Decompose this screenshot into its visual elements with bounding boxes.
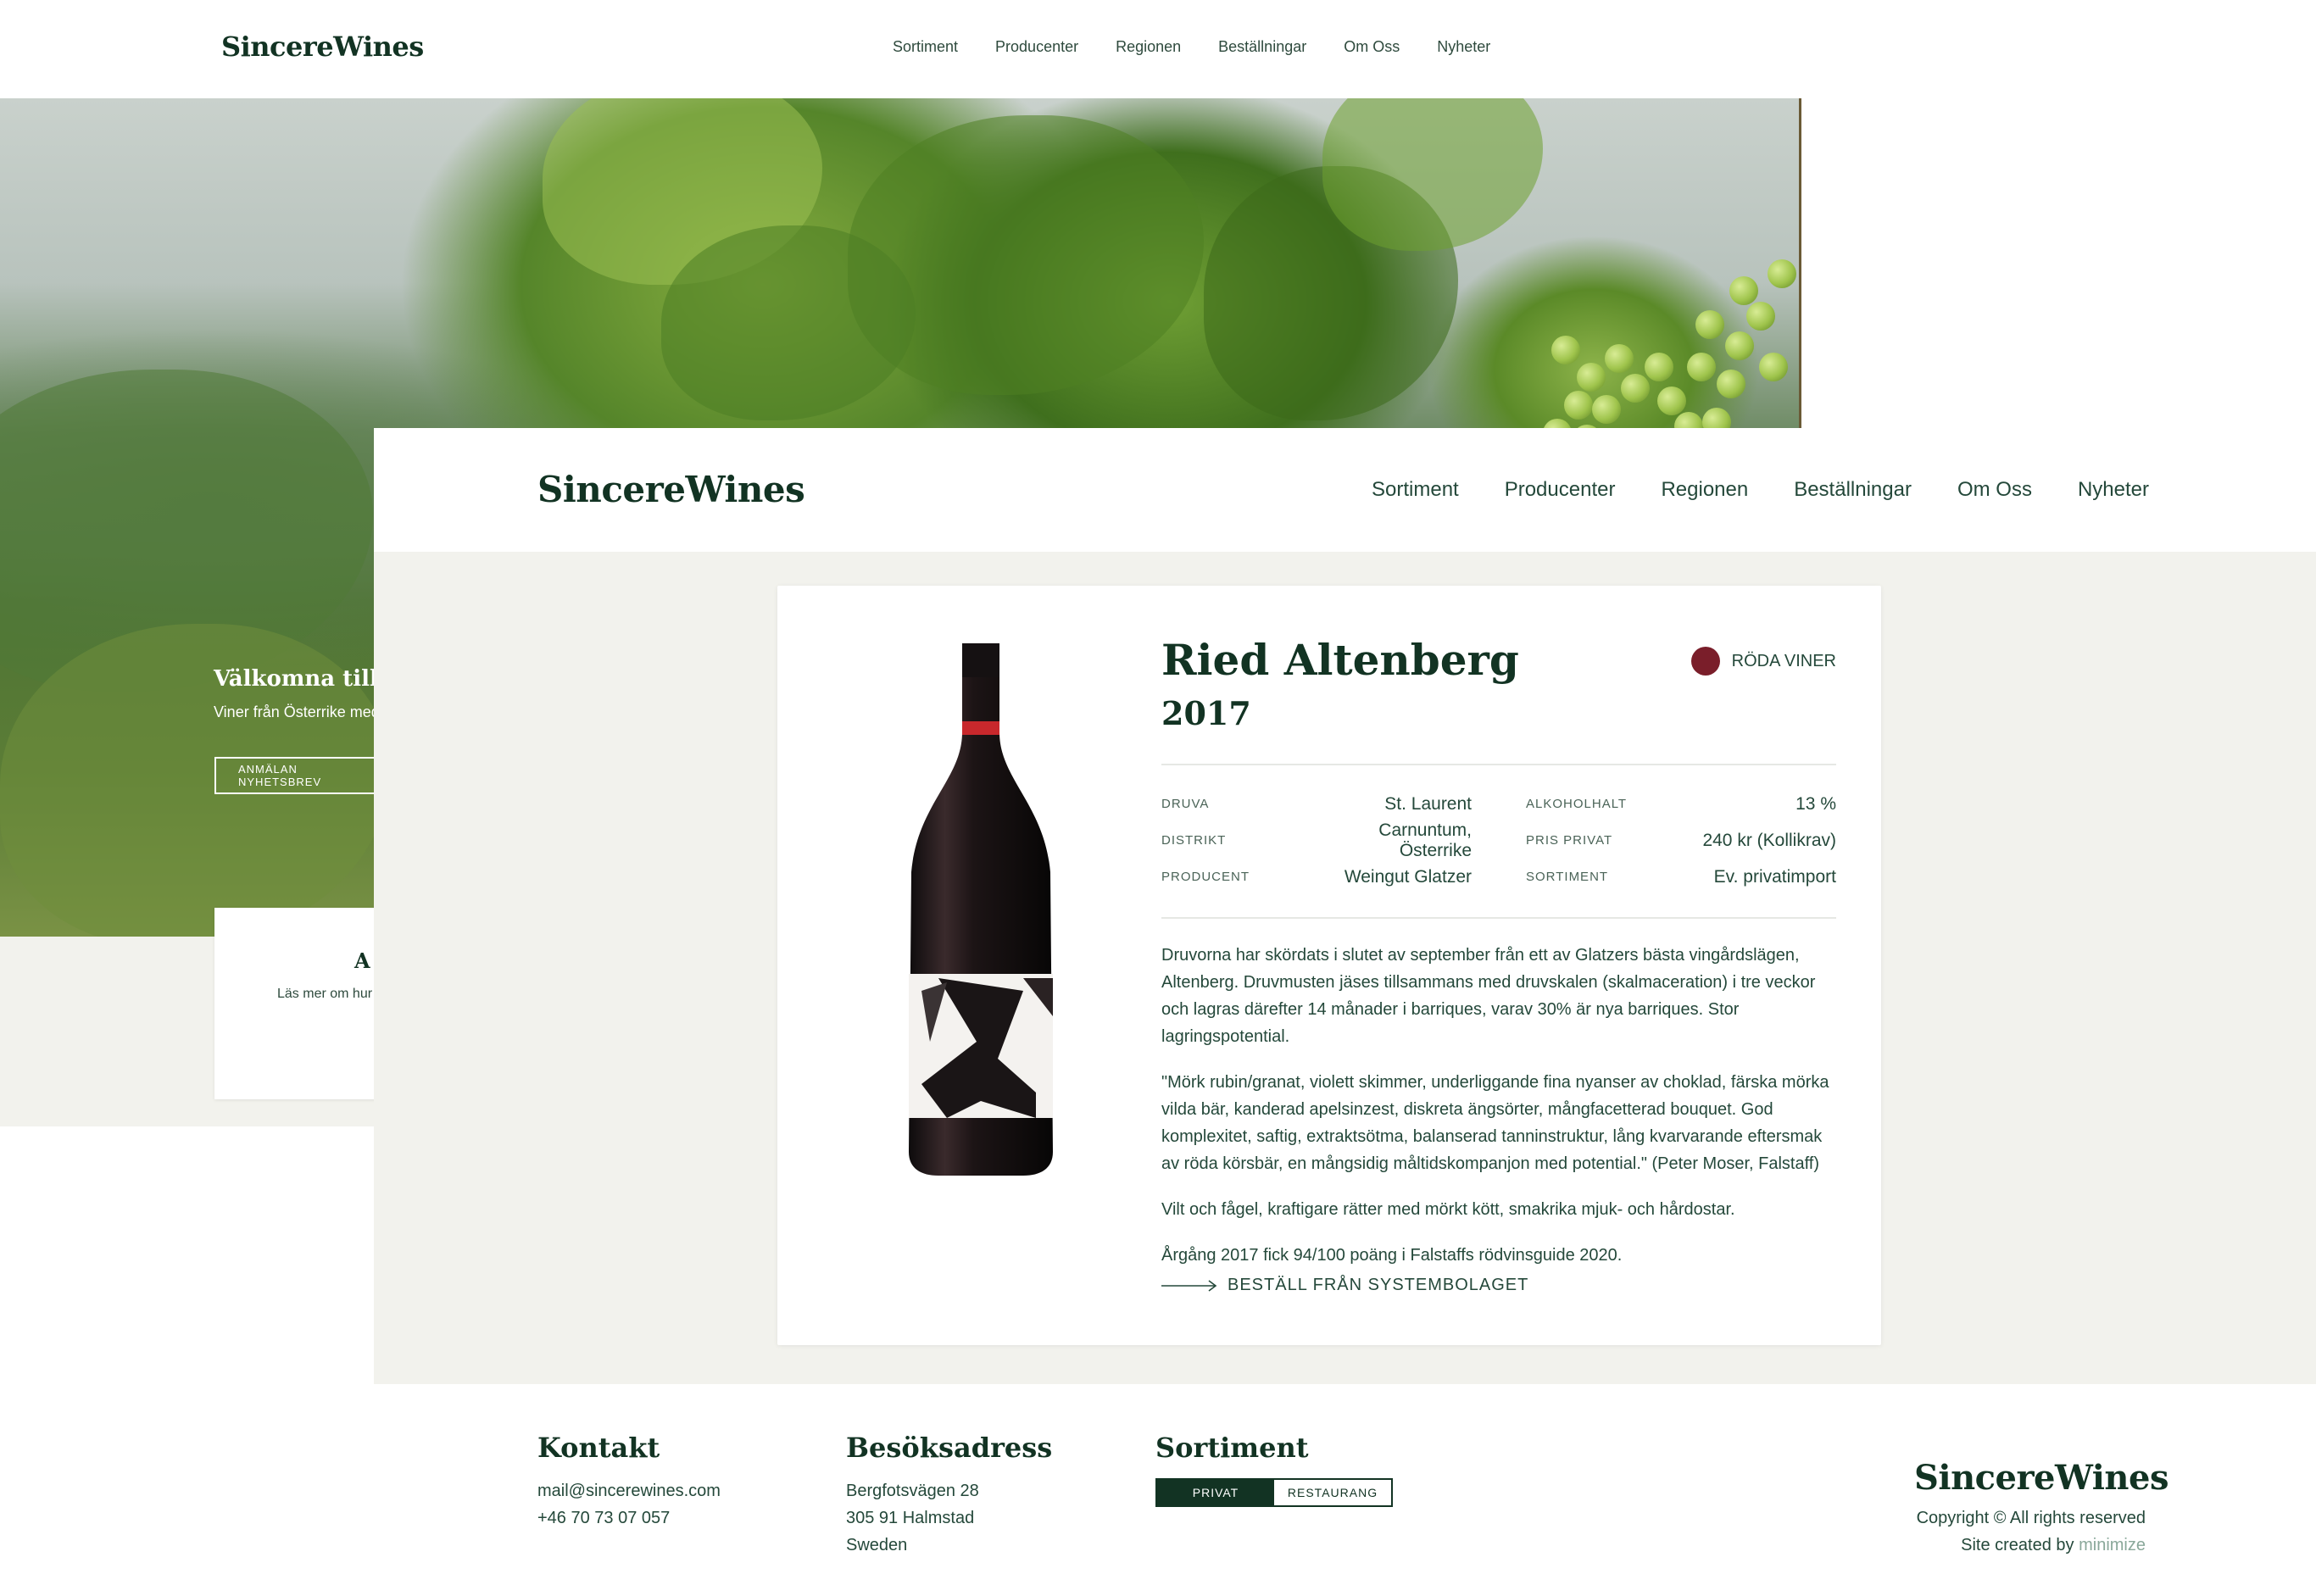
spec-label-pris: PRIS PRIVAT xyxy=(1526,833,1613,848)
footer-contact-title: Kontakt xyxy=(537,1432,660,1464)
description-award: Årgång 2017 fick 94/100 poäng i Falstaff… xyxy=(1161,1246,1623,1265)
nav-nyheter[interactable]: Nyheter xyxy=(1437,38,1490,56)
site-logo[interactable]: SincereWines xyxy=(537,469,805,510)
divider-top xyxy=(1161,764,1836,765)
spec-row: DRUVA St. Laurent ALKOHOLHALT 13 % xyxy=(1161,786,1836,822)
spec-row: DISTRIKT Carnuntum, Österrike PRIS PRIVA… xyxy=(1161,820,1836,860)
background-card-text: Läs mer om hur xyxy=(277,987,373,1001)
background-nav: Sortiment Producenter Regionen Beställni… xyxy=(893,38,1490,56)
spec-label-distrikt: DISTRIKT xyxy=(1161,833,1227,848)
footer-phone[interactable]: +46 70 73 07 057 xyxy=(537,1509,670,1528)
wine-specs: DRUVA St. Laurent ALKOHOLHALT 13 % DISTR… xyxy=(1161,786,1836,895)
footer-address-title: Besöksadress xyxy=(846,1432,1053,1464)
toggle-privat[interactable]: PRIVAT xyxy=(1157,1480,1274,1505)
spec-value-sortiment: Ev. privatimport xyxy=(1713,866,1836,887)
wine-description: Druvorna har skördats i slutet av septem… xyxy=(1161,942,1840,1287)
spec-label-druva: DRUVA xyxy=(1161,797,1210,811)
footer-address-line: Sweden xyxy=(846,1536,908,1554)
spec-value-alkoholhalt: 13 % xyxy=(1795,793,1836,814)
background-header: SincereWines Sortiment Producenter Regio… xyxy=(0,0,2316,98)
nav-regionen[interactable]: Regionen xyxy=(1116,38,1181,56)
footer-copyright: Copyright © All rights reserved xyxy=(1916,1509,2146,1527)
spec-row: PRODUCENT Weingut Glatzer SORTIMENT Ev. … xyxy=(1161,859,1836,895)
arrow-right-icon xyxy=(1161,1279,1217,1292)
footer-logo[interactable]: SincereWines xyxy=(1914,1458,2168,1498)
footer-credit: Site created by minimize xyxy=(1961,1536,2146,1555)
nav-bestallningar[interactable]: Beställningar xyxy=(1218,38,1306,56)
wine-type-badge: RÖDA VINER xyxy=(1690,647,1836,676)
description-pairing: Vilt och fågel, kraftigare rätter med mö… xyxy=(1161,1200,1735,1219)
nav-producenter[interactable]: Producenter xyxy=(1505,478,1616,502)
footer-credit-prefix: Site created by xyxy=(1961,1536,2074,1554)
product-section: Ried Altenberg 2017 RÖDA VINER DRUVA St.… xyxy=(374,552,2316,1384)
footer-sortiment-title: Sortiment xyxy=(1155,1432,1309,1464)
red-wine-dot-icon xyxy=(1690,647,1720,676)
footer-credit-link[interactable]: minimize xyxy=(2079,1536,2146,1554)
order-systembolaget-link[interactable]: BESTÄLL FRÅN SYSTEMBOLAGET xyxy=(1161,1276,1528,1295)
nav-producenter[interactable]: Producenter xyxy=(995,38,1078,56)
divider-bottom xyxy=(1161,917,1836,919)
site-footer: Kontakt mail@sincerewines.com +46 70 73 … xyxy=(374,1384,2316,1596)
nav-om-oss[interactable]: Om Oss xyxy=(1344,38,1400,56)
wine-name: Ried Altenberg xyxy=(1161,635,1519,685)
wine-bottle-image xyxy=(896,643,1066,1177)
footer-address-line: Bergfotsvägen 28 xyxy=(846,1482,979,1500)
nav-om-oss[interactable]: Om Oss xyxy=(1957,478,2032,502)
product-page: SincereWines Sortiment Producenter Regio… xyxy=(374,428,2316,1596)
order-link-label: BESTÄLL FRÅN SYSTEMBOLAGET xyxy=(1228,1276,1529,1294)
background-card-title: A xyxy=(354,948,370,973)
description-quote: "Mörk rubin/granat, violett skimmer, und… xyxy=(1161,1073,1829,1173)
description-paragraph: Druvorna har skördats i slutet av septem… xyxy=(1161,946,1816,1046)
spec-value-pris: 240 kr (Kollikrav) xyxy=(1702,830,1836,850)
spec-value-distrikt: Carnuntum, Österrike xyxy=(1378,820,1472,860)
wine-type-label: RÖDA VINER xyxy=(1731,651,1836,670)
sortiment-toggle: PRIVAT RESTAURANG xyxy=(1155,1478,1393,1507)
spec-label-sortiment: SORTIMENT xyxy=(1526,870,1609,884)
wine-vintage: 2017 xyxy=(1161,694,1251,732)
spec-value-producent: Weingut Glatzer xyxy=(1344,866,1472,887)
newsletter-button[interactable]: ANMÄLAN NYHETSBREV xyxy=(214,757,384,794)
spec-value-druva: St. Laurent xyxy=(1384,793,1472,814)
product-card: Ried Altenberg 2017 RÖDA VINER DRUVA St.… xyxy=(777,586,1881,1345)
spec-label-producent: PRODUCENT xyxy=(1161,870,1250,884)
nav-regionen[interactable]: Regionen xyxy=(1661,478,1748,502)
nav-bestallningar[interactable]: Beställningar xyxy=(1794,478,1912,502)
background-info-card: A Läs mer om hur xyxy=(214,908,384,1099)
main-nav: Sortiment Producenter Regionen Beställni… xyxy=(1372,478,2149,502)
footer-email[interactable]: mail@sincerewines.com xyxy=(537,1482,721,1501)
spec-label-alkoholhalt: ALKOHOLHALT xyxy=(1526,797,1628,811)
welcome-subtitle: Viner från Österrike med xyxy=(214,703,380,720)
background-logo[interactable]: SincereWines xyxy=(221,31,424,63)
nav-sortiment[interactable]: Sortiment xyxy=(1372,478,1459,502)
site-header: SincereWines Sortiment Producenter Regio… xyxy=(374,428,2316,552)
hero-edge xyxy=(1799,98,1801,428)
footer-address-line: 305 91 Halmstad xyxy=(846,1509,975,1527)
toggle-restaurang[interactable]: RESTAURANG xyxy=(1274,1480,1391,1505)
nav-sortiment[interactable]: Sortiment xyxy=(893,38,958,56)
nav-nyheter[interactable]: Nyheter xyxy=(2078,478,2149,502)
